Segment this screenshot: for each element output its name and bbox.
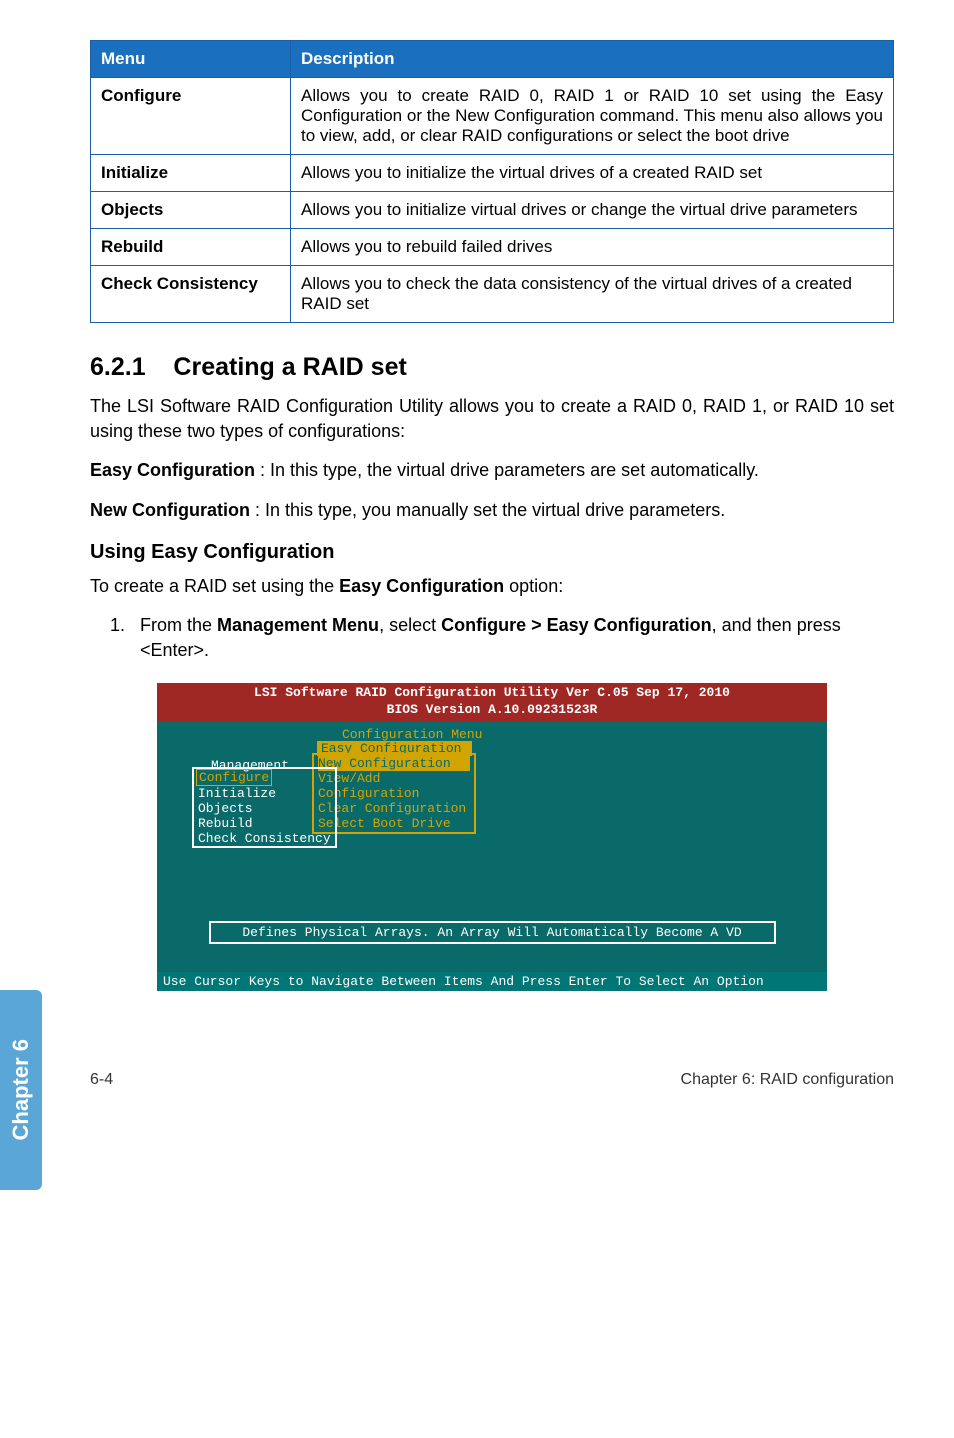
mgmt-objects: Objects xyxy=(198,801,331,816)
cell-menu: Check Consistency xyxy=(91,266,291,323)
using-lead: To create a RAID set using the Easy Conf… xyxy=(90,574,894,599)
new-config-paragraph: New Configuration : In this type, you ma… xyxy=(90,498,894,523)
cfg-boot: Select Boot Drive xyxy=(318,816,470,831)
easy-config-text: : In this type, the virtual drive parame… xyxy=(255,460,759,480)
lead-a: To create a RAID set using the xyxy=(90,576,339,596)
cell-desc: Allows you to initialize the virtual dri… xyxy=(291,155,894,192)
cfg-view: View/Add Configuration xyxy=(318,771,470,801)
th-menu: Menu xyxy=(91,41,291,78)
th-desc: Description xyxy=(291,41,894,78)
lead-tail: option: xyxy=(504,576,563,596)
table-row: Check ConsistencyAllows you to check the… xyxy=(91,266,894,323)
bios-title-2: BIOS Version A.10.09231523R xyxy=(157,702,827,719)
table-row: RebuildAllows you to rebuild failed driv… xyxy=(91,229,894,266)
table-row: InitializeAllows you to initialize the v… xyxy=(91,155,894,192)
cell-menu: Objects xyxy=(91,192,291,229)
section-number: 6.2.1 xyxy=(90,353,146,381)
easy-config-label: Easy Configuration xyxy=(90,460,255,480)
steps-list: From the Management Menu, select Configu… xyxy=(130,613,894,663)
page-number: 6-4 xyxy=(90,1071,113,1089)
cell-desc: Allows you to create RAID 0, RAID 1 or R… xyxy=(291,78,894,155)
defines-box: Defines Physical Arrays. An Array Will A… xyxy=(209,921,776,944)
section-heading: 6.2.1 Creating a RAID set xyxy=(90,353,894,382)
side-tab-label: Chapter 6 xyxy=(8,1039,34,1140)
cell-desc: Allows you to initialize virtual drives … xyxy=(291,192,894,229)
cell-menu: Configure xyxy=(91,78,291,155)
mgmt-check: Check Consistency xyxy=(198,831,331,846)
table-row: ConfigureAllows you to create RAID 0, RA… xyxy=(91,78,894,155)
intro-paragraph: The LSI Software RAID Configuration Util… xyxy=(90,394,894,444)
menu-description-table: Menu Description ConfigureAllows you to … xyxy=(90,40,894,323)
new-config-text: : In this type, you manually set the vir… xyxy=(250,500,725,520)
s1c: , select xyxy=(379,615,441,635)
cell-menu: Initialize xyxy=(91,155,291,192)
page-footer: 6-4 Chapter 6: RAID configuration xyxy=(0,1021,954,1109)
mgmt-rebuild: Rebuild xyxy=(198,816,331,831)
cfg-clear: Clear Configuration xyxy=(318,801,470,816)
mgmt-initialize: Initialize xyxy=(198,786,331,801)
table-row: ObjectsAllows you to initialize virtual … xyxy=(91,192,894,229)
bios-header: LSI Software RAID Configuration Utility … xyxy=(157,683,827,721)
lead-bold: Easy Configuration xyxy=(339,576,504,596)
management-menu-box: Configure Initialize Objects Rebuild Che… xyxy=(192,767,337,848)
s1a: From the xyxy=(140,615,217,635)
section-title: Creating a RAID set xyxy=(173,353,406,381)
bios-screenshot: LSI Software RAID Configuration Utility … xyxy=(157,683,827,991)
s1b: Management Menu xyxy=(217,615,379,635)
config-menu-label: Configuration Menu xyxy=(342,727,482,742)
easy-config-paragraph: Easy Configuration : In this type, the v… xyxy=(90,458,894,483)
step-1: From the Management Menu, select Configu… xyxy=(130,613,894,663)
cfg-new: New Configuration xyxy=(318,756,470,771)
chapter-title-footer: Chapter 6: RAID configuration xyxy=(681,1071,894,1089)
mgmt-configure: Configure xyxy=(196,769,272,786)
bios-footer: Use Cursor Keys to Navigate Between Item… xyxy=(157,972,827,991)
new-config-label: New Configuration xyxy=(90,500,250,520)
using-heading: Using Easy Configuration xyxy=(90,541,894,564)
cell-desc: Allows you to check the data consistency… xyxy=(291,266,894,323)
chapter-side-tab: Chapter 6 xyxy=(0,990,42,1190)
s1d: Configure > Easy Configuration xyxy=(441,615,712,635)
bios-title-1: LSI Software RAID Configuration Utility … xyxy=(157,685,827,702)
cell-desc: Allows you to rebuild failed drives xyxy=(291,229,894,266)
bios-body: Configuration Menu Easy Configuration Ne… xyxy=(157,721,827,972)
cell-menu: Rebuild xyxy=(91,229,291,266)
